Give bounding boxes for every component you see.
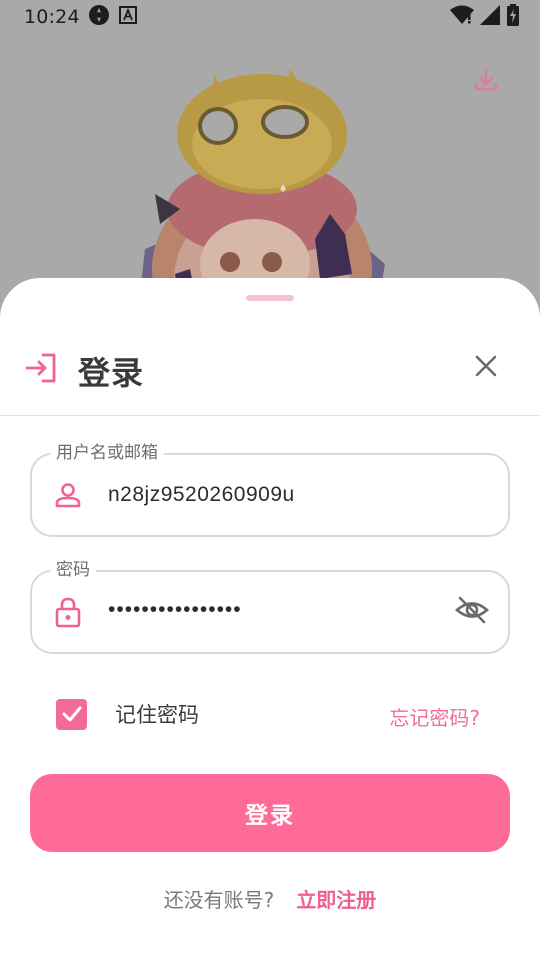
- settings-icon: [88, 4, 110, 30]
- username-field[interactable]: 用户名或邮箱 n28jz9520260909u: [30, 441, 510, 537]
- remember-me-label: 记住密码: [115, 703, 199, 727]
- sheet-header: 登录: [0, 338, 540, 398]
- anime-character-illustration: [140, 69, 385, 294]
- username-label: 用户名或邮箱: [50, 441, 164, 465]
- background-illustration: [0, 34, 540, 294]
- eye-off-icon: [455, 595, 489, 629]
- status-right: [450, 4, 520, 30]
- username-input[interactable]: n28jz9520260909u: [108, 481, 295, 509]
- wifi-icon: [450, 5, 474, 29]
- divider: [0, 415, 540, 416]
- remember-me-checkbox[interactable]: [56, 698, 87, 730]
- person-icon: [52, 479, 84, 511]
- battery-icon: [506, 4, 520, 30]
- remember-me-row[interactable]: 记住密码: [56, 698, 199, 730]
- register-row: 还没有账号? 立即注册: [0, 884, 540, 913]
- status-bar: 10:24: [0, 0, 540, 34]
- font-icon: [118, 5, 138, 29]
- download-icon: [473, 67, 499, 97]
- password-visibility-toggle[interactable]: [454, 596, 490, 628]
- password-label: 密码: [50, 558, 96, 582]
- password-field[interactable]: 密码 ••••••••••••••••: [30, 558, 510, 654]
- login-icon: [24, 350, 60, 386]
- status-left: 10:24: [24, 4, 138, 30]
- password-input[interactable]: ••••••••••••••••: [108, 596, 242, 624]
- forgot-password-link[interactable]: 忘记密码?: [389, 702, 480, 731]
- check-icon: [62, 706, 81, 722]
- drag-handle[interactable]: [246, 295, 294, 301]
- status-time: 10:24: [24, 6, 80, 28]
- close-button[interactable]: [470, 352, 502, 384]
- signal-icon: [480, 5, 500, 29]
- lock-icon: [52, 596, 84, 628]
- register-link[interactable]: 立即注册: [296, 884, 376, 913]
- login-button[interactable]: 登录: [30, 774, 510, 852]
- page-title: 登录: [78, 354, 145, 392]
- login-sheet: 登录 用户名或邮箱 n28jz9520260909u 密码 ••••••••••…: [0, 278, 540, 960]
- close-icon: [474, 354, 498, 382]
- register-prompt: 还没有账号?: [163, 888, 275, 912]
- download-button[interactable]: [472, 68, 500, 96]
